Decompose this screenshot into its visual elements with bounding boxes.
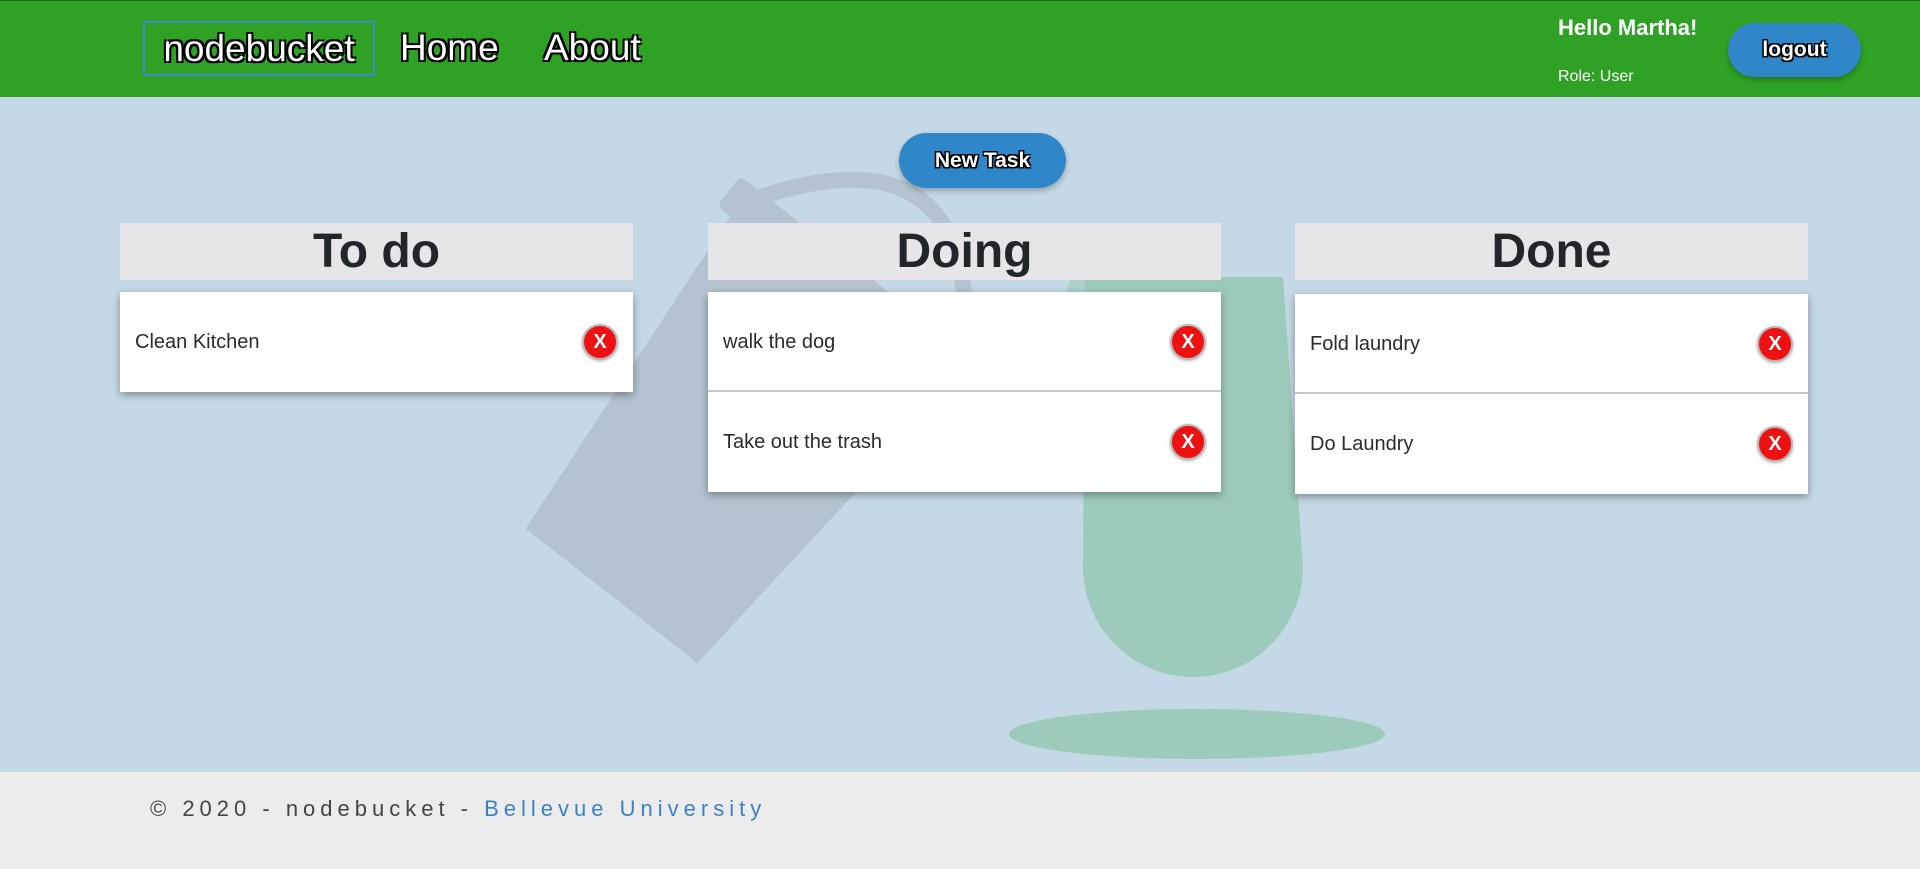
- page-footer: © 2020 - nodebucket - Bellevue Universit…: [0, 772, 1920, 869]
- task-list: Clean Kitchen X: [120, 292, 633, 392]
- column-title: Doing: [708, 223, 1221, 280]
- task-text: walk the dog: [723, 331, 836, 353]
- task-text: Clean Kitchen: [135, 331, 260, 353]
- column-title: Done: [1295, 223, 1808, 280]
- delete-icon[interactable]: X: [1757, 426, 1793, 462]
- column-todo: To do Clean Kitchen X: [120, 223, 633, 392]
- task-text: Fold laundry: [1310, 333, 1421, 355]
- copyright-text: © 2020 - nodebucket - Bellevue Universit…: [150, 796, 766, 822]
- task-text: Do Laundry: [1310, 433, 1414, 455]
- task-card[interactable]: Clean Kitchen X: [120, 292, 633, 392]
- delete-icon[interactable]: X: [582, 324, 618, 360]
- new-task-button[interactable]: New Task: [899, 133, 1066, 188]
- delete-icon[interactable]: X: [1170, 324, 1206, 360]
- task-list: Fold laundry X Do Laundry X: [1295, 294, 1808, 494]
- task-list: walk the dog X Take out the trash X: [708, 292, 1221, 492]
- user-greeting: Hello Martha!: [1558, 15, 1698, 40]
- nav-home-link[interactable]: Home: [400, 23, 499, 73]
- task-card[interactable]: Take out the trash X: [708, 392, 1221, 492]
- task-card[interactable]: walk the dog X: [708, 292, 1221, 392]
- nav-about-link[interactable]: About: [544, 23, 641, 73]
- logout-button[interactable]: logout: [1728, 23, 1861, 77]
- task-card[interactable]: Do Laundry X: [1295, 394, 1808, 494]
- user-role: Role: User: [1558, 68, 1634, 85]
- task-card[interactable]: Fold laundry X: [1295, 294, 1808, 394]
- task-text: Take out the trash: [723, 431, 882, 453]
- brand-logo-link[interactable]: nodebucket: [143, 21, 375, 76]
- column-done: Done Fold laundry X Do Laundry X: [1295, 223, 1808, 494]
- column-title: To do: [120, 223, 633, 280]
- delete-icon[interactable]: X: [1757, 326, 1793, 362]
- delete-icon[interactable]: X: [1170, 424, 1206, 460]
- column-doing: Doing walk the dog X Take out the trash …: [708, 223, 1221, 492]
- university-link[interactable]: Bellevue University: [484, 796, 766, 821]
- copyright-label: © 2020 - nodebucket -: [150, 796, 485, 821]
- top-navbar: nodebucket Home About Hello Martha! Role…: [0, 0, 1920, 97]
